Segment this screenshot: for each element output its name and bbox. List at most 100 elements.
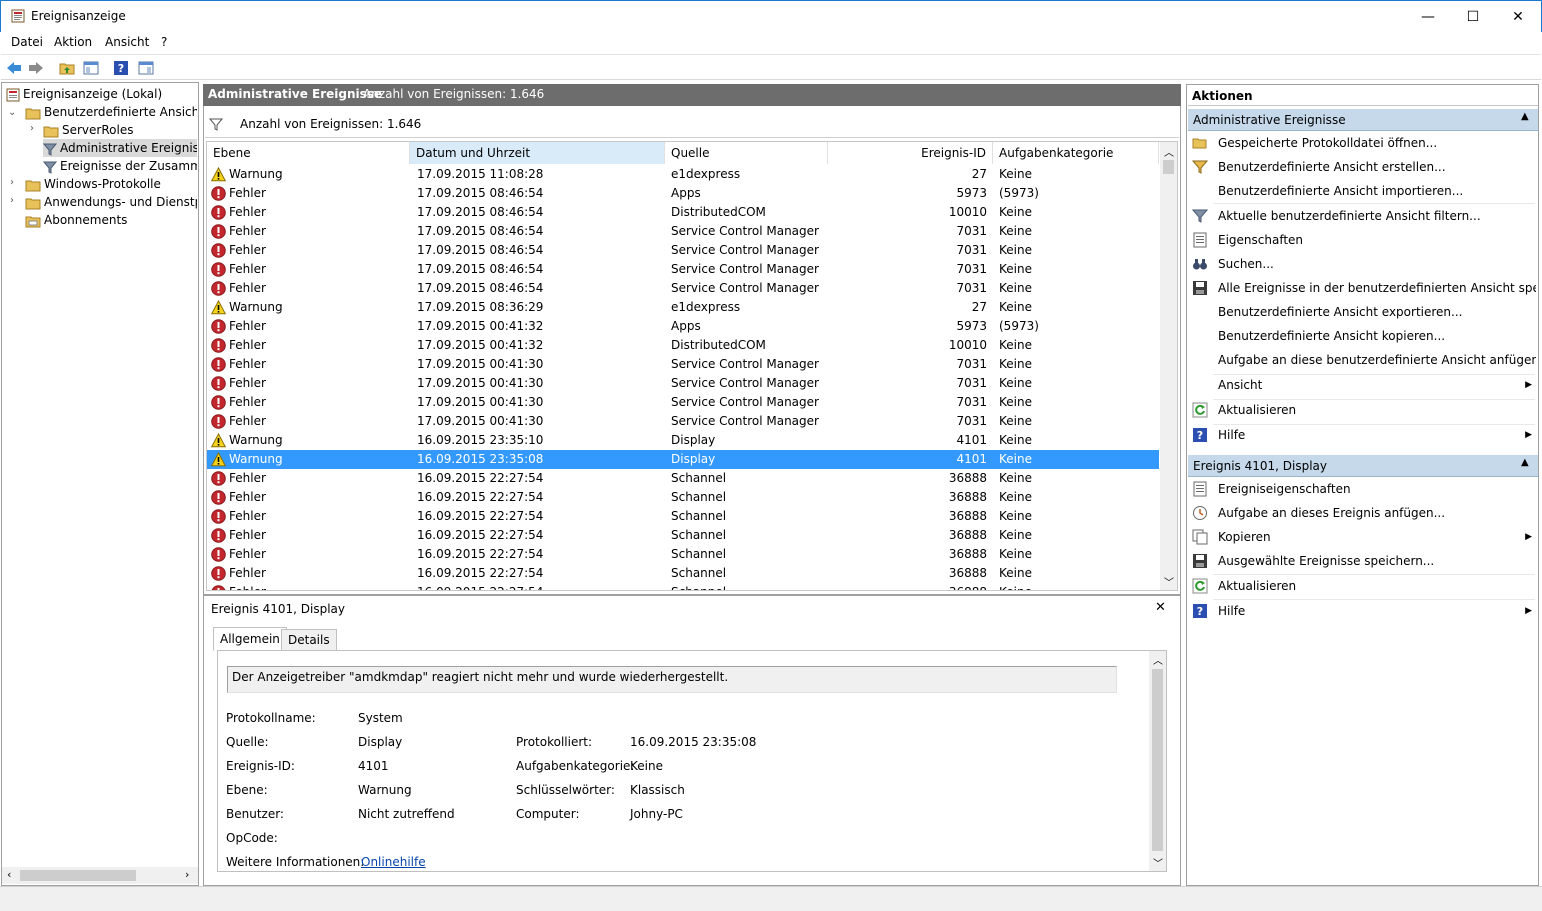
tab-details[interactable]: Details [281, 629, 337, 651]
scroll-up-icon[interactable]: ︿ [1164, 144, 1174, 159]
scrollbar-thumb[interactable] [1152, 669, 1163, 851]
collapsed-chevron-icon[interactable]: › [10, 177, 14, 188]
scroll-right-icon[interactable]: › [185, 868, 189, 881]
tree-item-app-service-logs[interactable]: Anwendungs- und Dienstprotokolle [25, 193, 197, 211]
online-help-link[interactable]: Onlinehilfe [361, 855, 426, 869]
event-row[interactable]: Fehler 17.09.2015 08:46:54 DistributedCOM 1… [207, 203, 1159, 222]
event-row[interactable]: Fehler 17.09.2015 00:41:32 Apps 5973 (5973) [207, 317, 1159, 336]
action-find[interactable]: Suchen... [1190, 253, 1536, 275]
action-properties[interactable]: Eigenschaften [1190, 229, 1536, 251]
show-hide-tree-button[interactable] [81, 58, 101, 78]
detail-vertical-scrollbar[interactable]: ︿ ﹀ [1149, 651, 1166, 871]
column-header-source[interactable]: Quelle [665, 142, 828, 164]
action-create-custom-view[interactable]: Benutzerdefinierte Ansicht erstellen... [1190, 156, 1536, 178]
events-vertical-scrollbar[interactable]: ︿ ﹀ [1160, 142, 1177, 590]
action-import-custom-view[interactable]: Benutzerdefinierte Ansicht importieren..… [1190, 180, 1536, 202]
action-open-saved-log[interactable]: Gespeicherte Protokolldatei öffnen... [1190, 132, 1536, 154]
column-header-task-category[interactable]: Aufgabenkategorie [993, 142, 1159, 164]
event-row[interactable]: Warnung 16.09.2015 23:35:10 Display 4101 Kei… [207, 431, 1159, 450]
event-row[interactable]: Warnung 17.09.2015 08:36:29 e1dexpress 27 Ke… [207, 298, 1159, 317]
menu-action[interactable]: Aktion [54, 35, 92, 49]
event-row[interactable]: Fehler 17.09.2015 00:41:30 Service Control… [207, 412, 1159, 431]
scroll-left-icon[interactable]: ‹ [7, 868, 11, 881]
scroll-up-icon[interactable]: ︿ [1153, 652, 1163, 667]
event-row[interactable]: Fehler 17.09.2015 00:41:30 Service Control… [207, 355, 1159, 374]
event-row[interactable]: Warnung 16.09.2015 23:35:08 Display 4101 Kei… [207, 450, 1159, 469]
event-row[interactable]: Fehler 17.09.2015 08:46:54 Service Control… [207, 222, 1159, 241]
back-button[interactable] [4, 58, 24, 78]
event-row[interactable]: Fehler16.09.2015 22:27:54Schannel36888Ke… [207, 507, 1159, 526]
action-help-event-submenu[interactable]: ? Hilfe ▶ [1190, 600, 1536, 622]
tree-item-subscriptions[interactable]: Abonnements [25, 211, 197, 229]
column-header-event-id[interactable]: Ereignis-ID [828, 142, 993, 164]
cell-level: Fehler [229, 583, 409, 590]
tree-horizontal-scrollbar[interactable]: ‹ › [2, 867, 198, 884]
action-attach-task-to-event[interactable]: Aufgabe an dieses Ereignis anfügen... [1190, 502, 1536, 524]
event-row[interactable]: Fehler 17.09.2015 08:46:54 Service Control… [207, 260, 1159, 279]
action-attach-task-to-view[interactable]: Aufgabe an diese benutzerdefinierte Ansi… [1190, 349, 1536, 371]
event-row[interactable]: Fehler 17.09.2015 08:46:54 Service Control… [207, 241, 1159, 260]
menu-view[interactable]: Ansicht [105, 35, 149, 49]
event-row[interactable]: Warnung 17.09.2015 11:08:28 e1dexpress 27 Ke… [207, 165, 1159, 184]
help-button[interactable]: ? [111, 58, 131, 78]
scrollbar-thumb[interactable] [20, 870, 136, 881]
collapsed-chevron-icon[interactable]: › [10, 195, 14, 206]
event-row[interactable]: Fehler 17.09.2015 00:41:30 Service Control… [207, 374, 1159, 393]
minimize-button[interactable]: — [1405, 1, 1451, 32]
event-row[interactable]: Fehler 17.09.2015 00:41:30 Service Control… [207, 393, 1159, 412]
tree-item-windows-logs[interactable]: Windows-Protokolle [25, 175, 197, 193]
action-filter-custom-view[interactable]: Aktuelle benutzerdefinierte Ansicht filt… [1190, 205, 1536, 227]
show-hide-action-pane-button[interactable] [136, 58, 156, 78]
action-view-submenu[interactable]: Ansicht ▶ [1190, 374, 1536, 396]
scrollbar-thumb[interactable] [1163, 160, 1174, 174]
action-copy-submenu[interactable]: Kopieren ▶ [1190, 526, 1536, 548]
action-refresh[interactable]: Aktualisieren [1190, 399, 1536, 421]
action-pane-icon [138, 61, 154, 75]
close-button[interactable]: ✕ [1495, 1, 1541, 32]
collapse-caret-icon[interactable]: ▲ [1521, 457, 1529, 468]
action-help-submenu[interactable]: ? Hilfe ▶ [1190, 424, 1536, 446]
event-row[interactable]: Fehler16.09.2015 22:27:54Schannel36888Ke… [207, 564, 1159, 583]
event-row[interactable]: Fehler16.09.2015 22:27:54Schannel36888Ke… [207, 488, 1159, 507]
event-row[interactable]: Fehler16.09.2015 22:27:54Schannel36888Ke… [207, 469, 1159, 488]
event-row[interactable]: Fehler16.09.2015 22:27:54Schannel36888Ke… [207, 583, 1159, 590]
submenu-arrow-icon: ▶ [1525, 532, 1532, 542]
action-save-selected-events[interactable]: Ausgewählte Ereignisse speichern... [1190, 550, 1536, 572]
up-folder-button[interactable] [57, 58, 77, 78]
action-event-properties[interactable]: Ereigniseigenschaften [1190, 478, 1536, 500]
tree-item-custom-views[interactable]: Benutzerdefinierte Ansichten [25, 103, 197, 121]
action-save-all-events[interactable]: Alle Ereignisse in der benutzerdefiniert… [1190, 277, 1536, 299]
event-message[interactable]: Der Anzeigetreiber "amdkmdap" reagiert n… [227, 666, 1117, 693]
section-header-admin-events[interactable]: Administrative Ereignisse ▲ [1188, 109, 1538, 131]
tree-item-server-roles[interactable]: ServerRoles [43, 121, 197, 139]
forward-button[interactable] [26, 58, 46, 78]
splitter[interactable] [204, 594, 1180, 596]
action-refresh-event[interactable]: Aktualisieren [1190, 575, 1536, 597]
section-header-event[interactable]: Ereignis 4101, Display ▲ [1188, 455, 1538, 477]
event-row[interactable]: Fehler 17.09.2015 00:41:32 DistributedCOM 1… [207, 336, 1159, 355]
maximize-button[interactable]: ☐ [1450, 1, 1496, 32]
action-export-custom-view[interactable]: Benutzerdefinierte Ansicht exportieren..… [1190, 301, 1536, 323]
menu-help[interactable]: ? [161, 35, 167, 49]
event-row[interactable]: Fehler 17.09.2015 08:46:54 Service Control… [207, 279, 1159, 298]
tab-general[interactable]: Allgemein [213, 627, 287, 651]
action-copy-custom-view[interactable]: Benutzerdefinierte Ansicht kopieren... [1190, 325, 1536, 347]
event-row[interactable]: Fehler16.09.2015 22:27:54Schannel36888Ke… [207, 526, 1159, 545]
column-header-datetime[interactable]: Datum und Uhrzeit [410, 142, 665, 164]
detail-close-icon[interactable]: ✕ [1155, 600, 1166, 615]
scroll-down-icon[interactable]: ﹀ [1164, 574, 1174, 589]
scroll-down-icon[interactable]: ﹀ [1153, 855, 1163, 870]
expanded-chevron-icon[interactable]: ⌄ [8, 107, 16, 118]
cell-level: Fehler [229, 224, 266, 238]
cell-source: Service Control Manager [671, 414, 819, 428]
event-row[interactable]: Fehler 17.09.2015 08:46:54 Apps 5973 (5973) [207, 184, 1159, 203]
column-header-level[interactable]: Ebene [207, 142, 410, 164]
menu-file[interactable]: Datei [11, 35, 43, 49]
cell-source: Schannel [671, 547, 727, 561]
collapse-caret-icon[interactable]: ▲ [1521, 111, 1529, 122]
tree-item-summary-events[interactable]: Ereignisse der Zusammenfassung [43, 157, 197, 175]
tree-item-root[interactable]: Ereignisanzeige (Lokal) [6, 85, 196, 103]
event-row[interactable]: Fehler16.09.2015 22:27:54Schannel36888Ke… [207, 545, 1159, 564]
tree-item-admin-events[interactable]: Administrative Ereignisse [43, 139, 197, 157]
collapsed-chevron-icon[interactable]: › [30, 123, 34, 134]
